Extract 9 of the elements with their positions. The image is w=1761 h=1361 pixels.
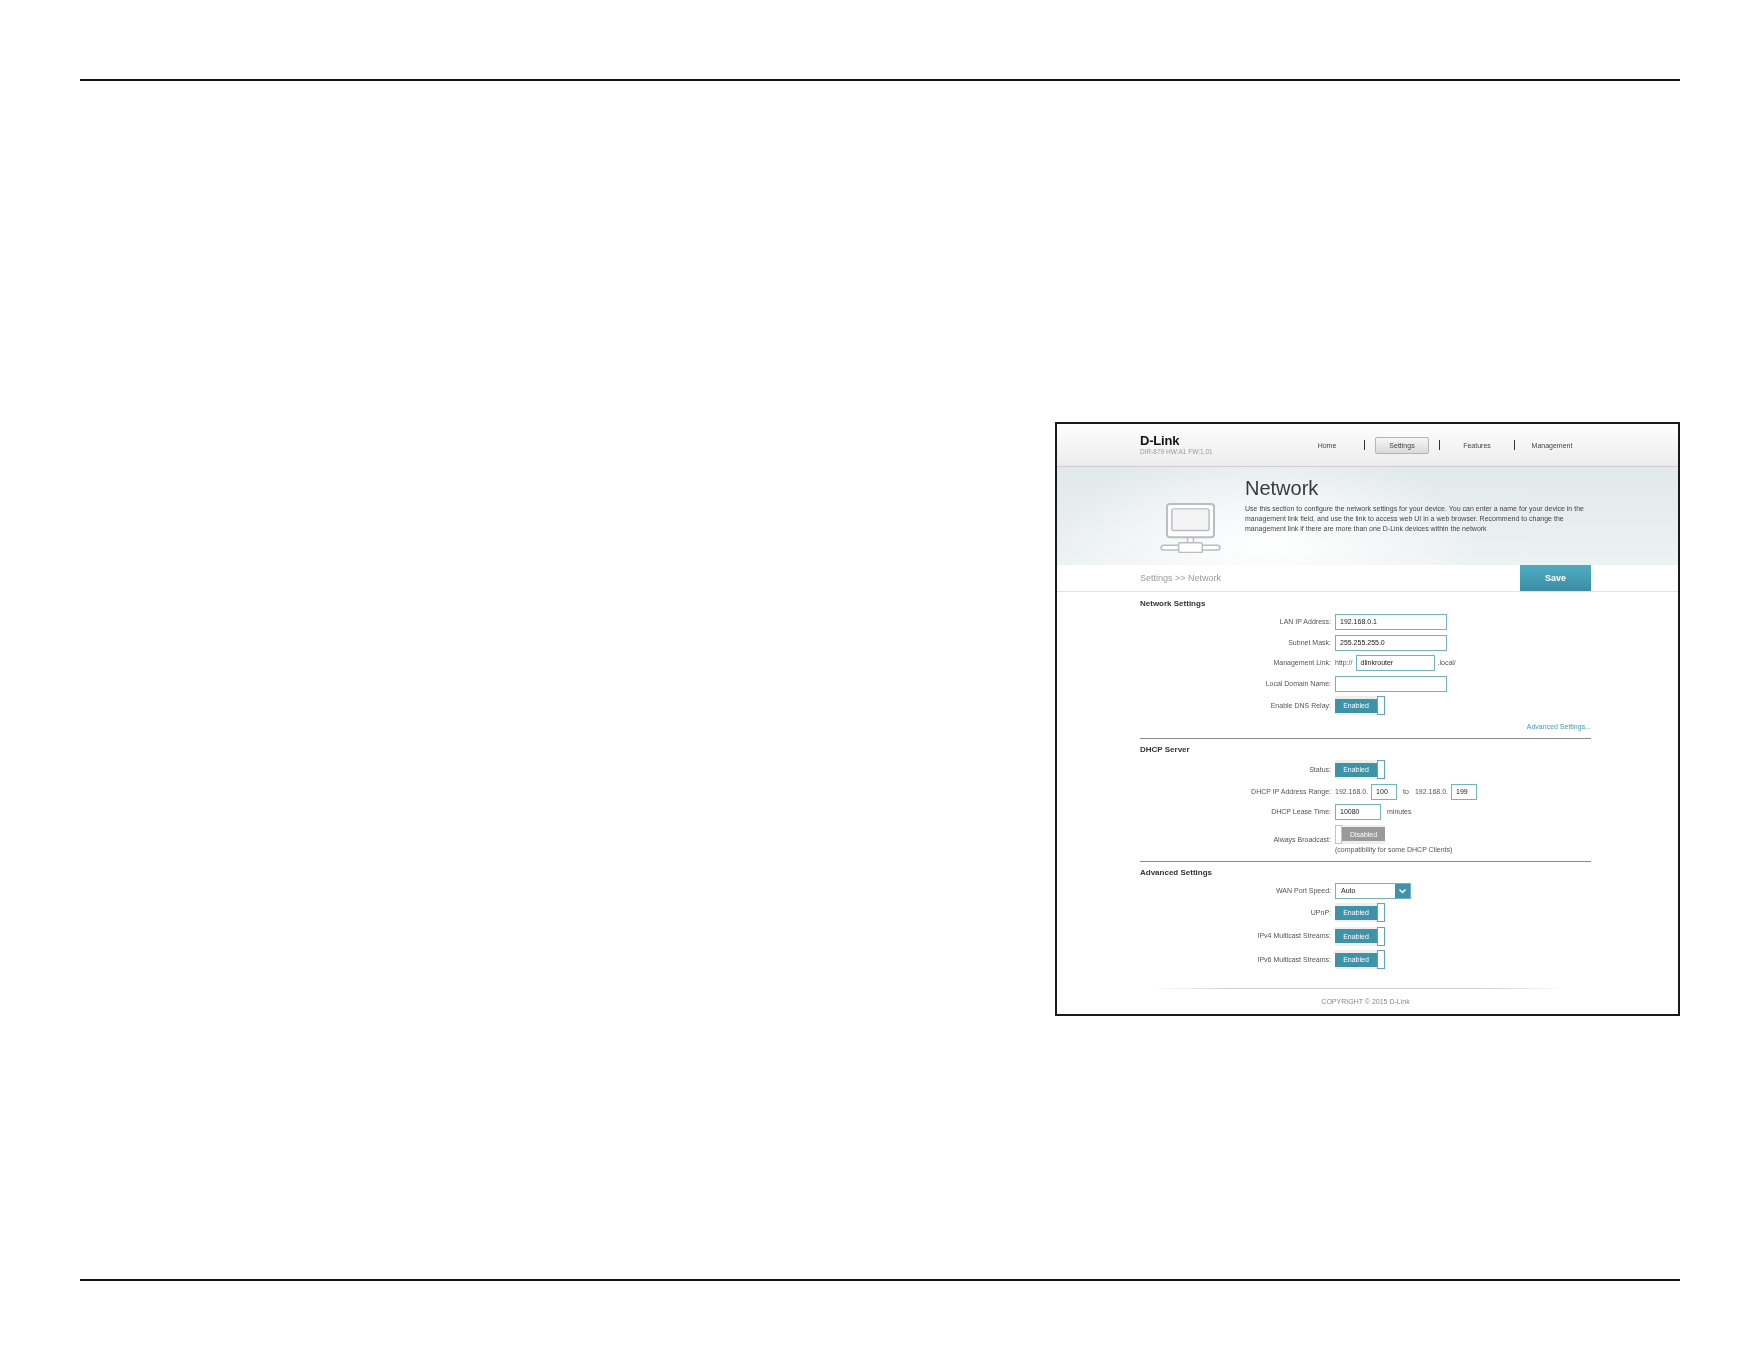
chevron-down-icon — [1395, 883, 1410, 898]
breadcrumb: Settings >> Network — [1140, 573, 1222, 583]
section-heading: Advanced Settings — [1140, 867, 1213, 878]
monitor-icon — [1160, 503, 1221, 553]
section-heading: DHCP Server — [1140, 745, 1191, 755]
section-heading: Network Settings — [1140, 599, 1207, 609]
text-field[interactable] — [1335, 675, 1447, 692]
logo: D-Link — [1140, 434, 1181, 448]
page-title: Network — [1245, 476, 1320, 500]
